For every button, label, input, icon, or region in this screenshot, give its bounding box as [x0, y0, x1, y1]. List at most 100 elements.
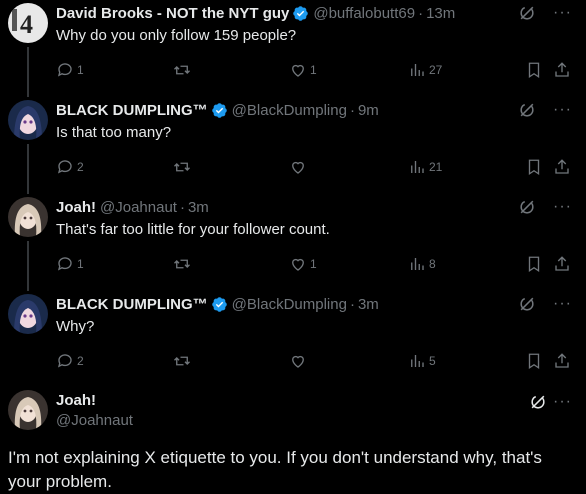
repost-icon	[174, 356, 190, 366]
like-button[interactable]	[289, 352, 310, 370]
repost-button[interactable]	[173, 352, 194, 370]
verified-badge-icon	[211, 102, 227, 118]
like-button[interactable]: 1	[289, 255, 317, 273]
separator: ·	[179, 198, 185, 216]
grok-icon[interactable]	[517, 294, 537, 314]
author-handle[interactable]: @Joahnaut	[56, 412, 133, 429]
grok-icon[interactable]	[517, 3, 537, 23]
reply-icon	[57, 160, 72, 174]
views-button[interactable]: 21	[408, 158, 442, 176]
avatar[interactable]	[8, 100, 48, 140]
author-handle[interactable]: @buffalobutt69	[313, 5, 415, 22]
avatar[interactable]	[8, 294, 48, 334]
author-name[interactable]: Joah!	[56, 199, 96, 216]
reply-button[interactable]: 1	[56, 255, 84, 273]
verified-badge-icon	[293, 5, 309, 21]
bookmark-icon	[528, 62, 540, 79]
view-count: 21	[429, 160, 443, 174]
author-handle[interactable]: @Joahnaut	[100, 199, 177, 216]
tweet-header: BLACK DUMPLING™ @BlackDumpling · 3m	[56, 294, 379, 314]
repost-button[interactable]	[173, 255, 194, 273]
more-options-icon[interactable]: ···	[553, 5, 572, 21]
tweet-header: David Brooks - NOT the NYT guy @buffalob…	[56, 3, 455, 23]
heart-icon	[292, 64, 304, 77]
bookmark-button[interactable]	[525, 61, 543, 79]
share-button[interactable]	[553, 255, 571, 273]
reply-button[interactable]: 2	[56, 158, 84, 176]
share-button[interactable]	[553, 158, 571, 176]
timestamp[interactable]: 3m	[188, 199, 209, 216]
tweet-text: Why?	[56, 318, 95, 335]
author-handle[interactable]: @BlackDumpling	[232, 296, 347, 313]
action-bar: 1 1 27	[56, 61, 578, 81]
views-button[interactable]: 8	[408, 255, 436, 273]
reply-count: 1	[77, 63, 84, 77]
action-bar: 2 21	[56, 158, 578, 178]
avatar[interactable]: 4	[8, 3, 48, 43]
author-name[interactable]: David Brooks - NOT the NYT guy	[56, 5, 289, 22]
views-icon	[411, 355, 424, 367]
views-icon	[411, 64, 424, 76]
svg-text:4: 4	[20, 10, 33, 39]
author-name[interactable]: Joah!	[56, 392, 96, 409]
more-options-icon[interactable]: ···	[553, 394, 572, 410]
avatar[interactable]	[8, 390, 48, 430]
view-count: 27	[429, 63, 443, 77]
reply-icon	[57, 63, 72, 77]
action-bar: 2 5	[56, 352, 578, 372]
thread-line	[27, 241, 29, 291]
thread-line	[27, 144, 29, 194]
more-options-icon[interactable]: ···	[553, 102, 572, 118]
views-button[interactable]: 27	[408, 61, 442, 79]
author-name[interactable]: BLACK DUMPLING™	[56, 102, 208, 119]
bookmark-icon	[528, 159, 540, 176]
author-name[interactable]: BLACK DUMPLING™	[56, 296, 208, 313]
heart-icon	[292, 355, 304, 368]
grok-icon[interactable]	[528, 392, 548, 412]
tweet-text: That's far too little for your follower …	[56, 221, 330, 238]
author-handle[interactable]: @BlackDumpling	[232, 102, 347, 119]
bookmark-button[interactable]	[525, 352, 543, 370]
repost-icon	[174, 162, 190, 172]
more-options-icon[interactable]: ···	[553, 296, 572, 312]
views-button[interactable]: 5	[408, 352, 436, 370]
like-count: 1	[310, 63, 317, 77]
avatar[interactable]	[8, 197, 48, 237]
tweet-header: BLACK DUMPLING™ @BlackDumpling · 9m	[56, 100, 379, 120]
reply-icon	[57, 257, 72, 271]
tweet-text: Why do you only follow 159 people?	[56, 27, 297, 44]
reply-button[interactable]: 1	[56, 61, 84, 79]
reply-count: 2	[77, 160, 84, 174]
share-button[interactable]	[553, 352, 571, 370]
share-icon	[555, 62, 569, 77]
view-count: 8	[429, 257, 436, 271]
timestamp[interactable]: 9m	[358, 102, 379, 119]
timestamp[interactable]: 3m	[358, 296, 379, 313]
share-button[interactable]	[553, 61, 571, 79]
bookmark-button[interactable]	[525, 158, 543, 176]
view-count: 5	[429, 354, 436, 368]
repost-icon	[174, 65, 190, 75]
like-button[interactable]	[289, 158, 310, 176]
action-bar: 1 1 8	[56, 255, 578, 275]
timestamp[interactable]: 13m	[426, 5, 455, 22]
reply-icon	[57, 354, 72, 368]
bookmark-button[interactable]	[525, 255, 543, 273]
tweet-header: Joah! @Joahnaut · 3m	[56, 197, 209, 217]
bookmark-icon	[528, 353, 540, 370]
share-icon	[555, 256, 569, 271]
heart-icon	[292, 258, 304, 271]
like-button[interactable]: 1	[289, 61, 317, 79]
grok-icon[interactable]	[517, 100, 537, 120]
views-icon	[411, 258, 424, 270]
repost-button[interactable]	[173, 61, 194, 79]
more-options-icon[interactable]: ···	[553, 199, 572, 215]
repost-button[interactable]	[173, 158, 194, 176]
heart-icon	[292, 161, 304, 174]
tweet-text: Is that too many?	[56, 124, 172, 141]
separator: ·	[349, 101, 355, 119]
reply-button[interactable]: 2	[56, 352, 84, 370]
reply-count: 1	[77, 257, 84, 271]
reply-count: 2	[77, 354, 84, 368]
grok-icon[interactable]	[517, 197, 537, 217]
